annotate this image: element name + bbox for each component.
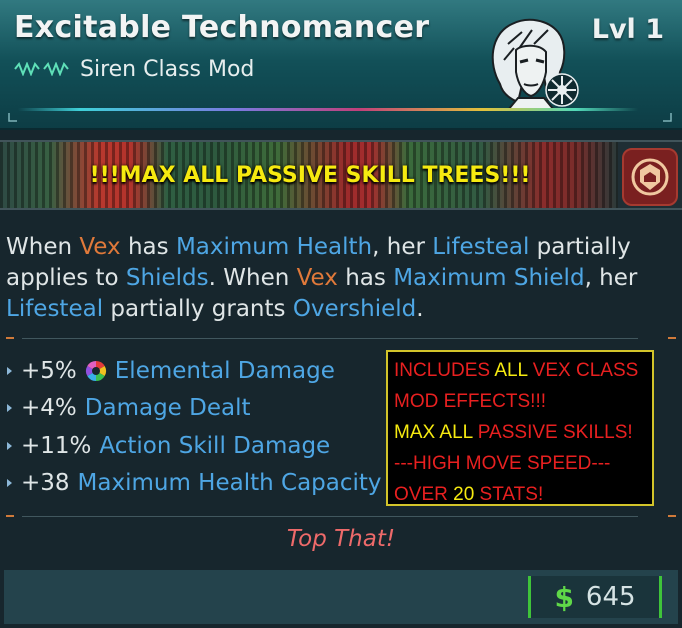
bullet-icon xyxy=(7,404,12,412)
section-divider xyxy=(22,338,638,339)
banner-text: !!!MAX ALL PASSIVE SKILL TREES!!! xyxy=(89,162,531,188)
desc-character-name: Vex xyxy=(296,265,338,291)
desc-keyword: Lifesteal xyxy=(6,296,104,322)
class-mod-label: Siren Class Mod xyxy=(80,56,255,82)
desc-keyword: Maximum Shield xyxy=(393,265,585,291)
note-line: MOD EFFECTS!!! xyxy=(394,386,646,417)
desc-text: has xyxy=(337,265,394,291)
note-text: MOD EFFECTS!!! xyxy=(394,391,546,412)
note-line: OVER 20 STATS! xyxy=(394,479,646,510)
desc-text: When xyxy=(215,265,297,291)
price-box: $ 645 xyxy=(528,576,662,618)
stat-value: +4% xyxy=(21,395,77,421)
divider-dash xyxy=(6,337,14,339)
corner-left-mark xyxy=(8,113,17,122)
perk-badge-icon xyxy=(622,148,678,206)
flavor-text: Top That! xyxy=(286,526,396,552)
bullet-icon xyxy=(7,367,12,375)
desc-text: . xyxy=(208,265,216,291)
note-text-highlight: ALL xyxy=(494,360,528,381)
desc-keyword: Overshield xyxy=(292,296,417,322)
note-line: INCLUDES ALL VEX CLASS xyxy=(394,355,646,386)
section-divider xyxy=(22,516,638,517)
note-line: MAX ALL PASSIVE SKILLS! xyxy=(394,417,646,448)
desc-keyword: Lifesteal xyxy=(432,234,530,260)
desc-text: When xyxy=(6,234,80,260)
desc-text: , her xyxy=(584,265,638,291)
stat-name: Elemental Damage xyxy=(114,358,335,384)
rarity-bar xyxy=(18,108,638,111)
stat-value: +38 xyxy=(21,470,70,496)
desc-text: , her xyxy=(372,234,433,260)
desc-text: partially grants xyxy=(103,296,293,322)
stat-row: +11% Action Skill Damage xyxy=(0,429,390,463)
item-header: Excitable Technomancer Lvl 1 Siren Class… xyxy=(0,0,682,130)
divider-dash xyxy=(668,337,676,339)
stat-value: +5% xyxy=(21,358,77,384)
elemental-icon xyxy=(85,360,106,382)
siren-class-icon xyxy=(14,62,69,76)
bullet-icon xyxy=(7,479,12,487)
item-price: 645 xyxy=(585,582,636,612)
skill-tree-banner: !!!MAX ALL PASSIVE SKILL TREES!!! xyxy=(0,140,682,210)
desc-text: . xyxy=(416,296,424,322)
currency-icon: $ xyxy=(554,580,574,614)
item-level: Lvl 1 xyxy=(591,14,664,45)
stat-name: Damage Dealt xyxy=(84,395,251,421)
note-text: INCLUDES xyxy=(394,360,495,381)
desc-keyword: Shields xyxy=(125,265,209,291)
note-text: PASSIVE SKILLS! xyxy=(477,422,633,443)
note-text-highlight: 20 xyxy=(453,484,475,505)
note-text: OVER xyxy=(394,484,454,505)
stat-row: +38 Maximum Health Capacity xyxy=(0,466,390,500)
stat-value: +11% xyxy=(21,433,92,459)
stat-name: Action Skill Damage xyxy=(99,433,331,459)
stat-row: +5% Elemental Damage xyxy=(0,354,390,388)
item-footer: $ 645 xyxy=(4,570,678,624)
note-text-highlight: MAX ALL xyxy=(394,422,478,443)
stat-name: Maximum Health Capacity xyxy=(77,470,382,496)
note-text: STATS! xyxy=(474,484,544,505)
divider-dash xyxy=(668,515,676,517)
bullet-icon xyxy=(7,442,12,450)
item-card: Excitable Technomancer Lvl 1 Siren Class… xyxy=(0,0,682,628)
corner-right-mark xyxy=(663,113,672,122)
item-title: Excitable Technomancer xyxy=(14,10,430,45)
desc-character-name: Vex xyxy=(79,234,121,260)
item-description: When Vex has Maximum Health, her Lifeste… xyxy=(6,232,666,325)
divider-dash xyxy=(6,515,14,517)
desc-text: has xyxy=(120,234,176,260)
class-mod-line: Siren Class Mod xyxy=(14,56,254,82)
desc-keyword: Maximum Health xyxy=(175,234,373,260)
seller-note-box: INCLUDES ALL VEX CLASS MOD EFFECTS!!! MA… xyxy=(386,350,654,506)
vex-portrait-icon xyxy=(491,18,579,111)
note-text: VEX CLASS xyxy=(527,360,639,381)
stat-row: +4% Damage Dealt xyxy=(0,391,390,425)
note-text: ---HIGH MOVE SPEED--- xyxy=(394,453,611,474)
note-line: ---HIGH MOVE SPEED--- xyxy=(394,448,646,479)
